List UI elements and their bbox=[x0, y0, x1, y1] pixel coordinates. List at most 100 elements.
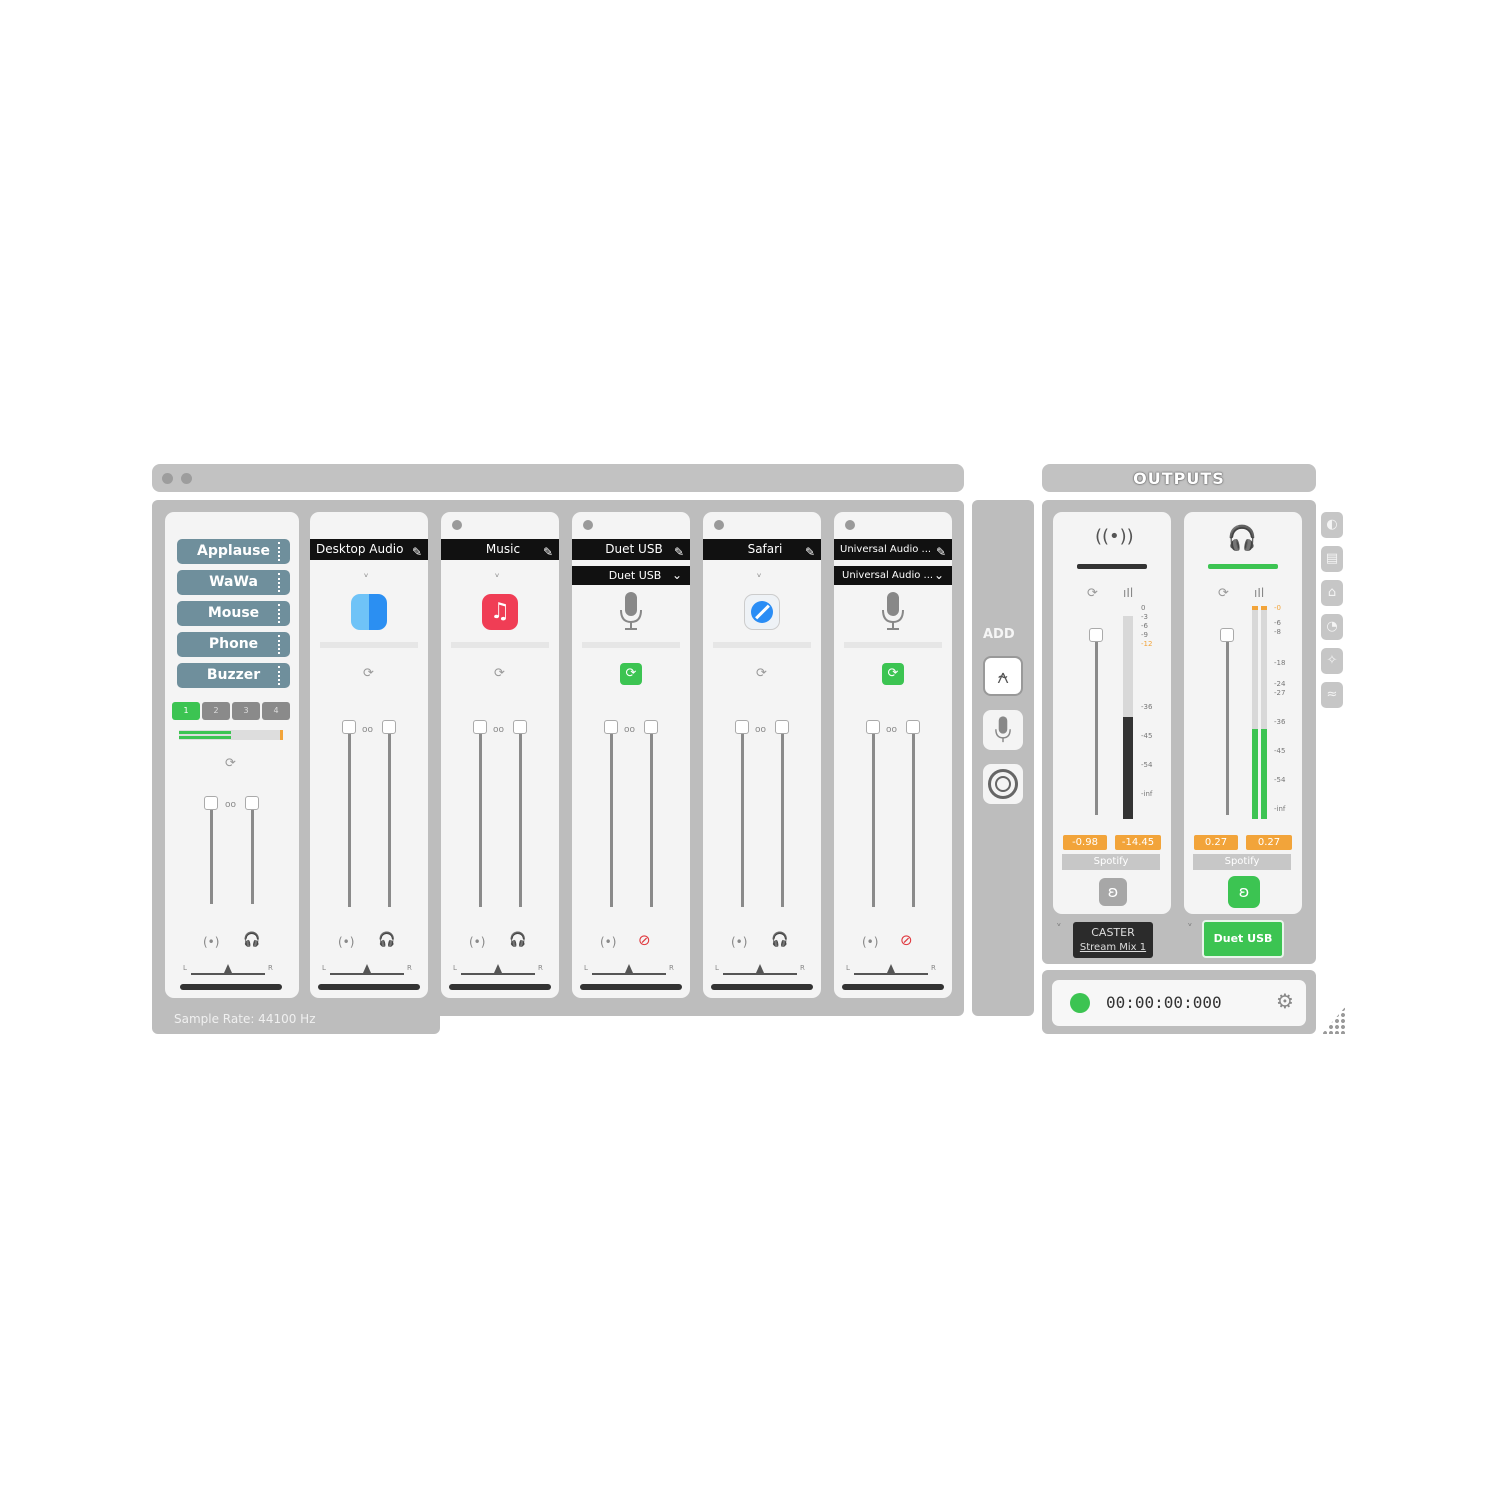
fader-right-thumb[interactable] bbox=[245, 796, 259, 810]
channel-name-header[interactable]: Music ✎ bbox=[441, 539, 559, 560]
meter-icon[interactable]: ıIl bbox=[1123, 586, 1133, 600]
add-app-button[interactable]: ⍲ bbox=[983, 656, 1023, 696]
fader-right-thumb[interactable] bbox=[775, 720, 789, 734]
channel-name-header[interactable]: Safari ✎ bbox=[703, 539, 821, 560]
fader-left-thumb[interactable] bbox=[473, 720, 487, 734]
sound-button-applause[interactable]: Applause bbox=[177, 539, 290, 564]
balance-thumb[interactable] bbox=[363, 964, 371, 973]
waveform-icon[interactable]: ≈ bbox=[1321, 682, 1343, 708]
sync-icon[interactable]: ⟳ bbox=[363, 666, 374, 681]
add-microphone-button[interactable] bbox=[983, 710, 1023, 750]
sync-icon[interactable]: ⟳ bbox=[494, 666, 505, 681]
balance-slider[interactable] bbox=[592, 973, 666, 975]
channel-name-header[interactable]: Duet USB ✎ bbox=[572, 539, 690, 560]
gear-icon[interactable]: ⚙ bbox=[1276, 989, 1294, 1013]
timer-icon[interactable]: ◔ bbox=[1321, 614, 1343, 640]
broadcast-icon[interactable]: (•) bbox=[469, 935, 485, 949]
page-tab-1[interactable]: 1 bbox=[172, 702, 200, 720]
balance-slider[interactable] bbox=[723, 973, 797, 975]
fader-right-thumb[interactable] bbox=[644, 720, 658, 734]
link-icon[interactable]: oo bbox=[362, 725, 373, 735]
channel-drag-handle[interactable] bbox=[583, 520, 593, 530]
sync-icon[interactable]: ⟳ bbox=[1218, 586, 1229, 601]
stream-device-select[interactable]: CASTER Stream Mix 1 bbox=[1073, 922, 1153, 958]
edit-pencil-icon[interactable]: ✎ bbox=[412, 542, 422, 560]
fader-right-thumb[interactable] bbox=[906, 720, 920, 734]
chevron-down-icon[interactable]: ᵥ bbox=[495, 567, 500, 580]
fader-left-thumb[interactable] bbox=[735, 720, 749, 734]
chevron-down-icon[interactable]: ᵥ bbox=[757, 567, 762, 580]
close-window-button[interactable] bbox=[162, 473, 173, 484]
page-tab-2[interactable]: 2 bbox=[202, 702, 230, 720]
stream-fader-thumb[interactable] bbox=[1089, 628, 1103, 642]
broadcast-icon[interactable]: (•) bbox=[203, 935, 219, 949]
balance-slider[interactable] bbox=[461, 973, 535, 975]
fader-left-thumb[interactable] bbox=[866, 720, 880, 734]
chevron-down-icon[interactable]: ᵥ bbox=[1057, 918, 1061, 929]
balance-thumb[interactable] bbox=[224, 964, 232, 973]
record-button[interactable] bbox=[1070, 993, 1090, 1013]
chevron-down-icon[interactable]: ᵥ bbox=[364, 567, 369, 580]
headphones-muted-icon[interactable]: ⊘ bbox=[900, 931, 913, 949]
balance-slider[interactable] bbox=[854, 973, 928, 975]
edit-pencil-icon[interactable]: ✎ bbox=[936, 542, 946, 560]
sound-button-mouse[interactable]: Mouse bbox=[177, 601, 290, 626]
chevron-down-icon[interactable]: ᵥ bbox=[1188, 918, 1192, 929]
channel-drag-handle[interactable] bbox=[714, 520, 724, 530]
stream-ear-button[interactable]: ʚ bbox=[1099, 878, 1127, 906]
drag-handle-icon[interactable] bbox=[278, 573, 283, 592]
meter-icon[interactable]: ıIl bbox=[1254, 586, 1264, 600]
monitor-device-button[interactable]: Duet USB bbox=[1202, 920, 1284, 958]
edit-pencil-icon[interactable]: ✎ bbox=[543, 542, 553, 560]
monitor-ear-button[interactable]: ʚ bbox=[1228, 876, 1260, 908]
channel-drag-handle[interactable] bbox=[845, 520, 855, 530]
headphones-icon[interactable]: 🎧 bbox=[378, 932, 395, 948]
monitor-fader-thumb[interactable] bbox=[1220, 628, 1234, 642]
channel-drag-handle[interactable] bbox=[452, 520, 462, 530]
balance-slider[interactable] bbox=[191, 973, 265, 975]
sync-active-icon[interactable]: ⟳ bbox=[882, 663, 904, 685]
headphones-icon[interactable]: 🎧 bbox=[771, 932, 788, 948]
sound-button-buzzer[interactable]: Buzzer bbox=[177, 663, 290, 688]
page-tab-4[interactable]: 4 bbox=[262, 702, 290, 720]
sync-icon[interactable]: ⟳ bbox=[756, 666, 767, 681]
balance-thumb[interactable] bbox=[756, 964, 764, 973]
drag-handle-icon[interactable] bbox=[278, 604, 283, 623]
balance-thumb[interactable] bbox=[887, 964, 895, 973]
balance-thumb[interactable] bbox=[625, 964, 633, 973]
channel-name-header[interactable]: Desktop Audio ✎ bbox=[310, 539, 428, 560]
fader-right-thumb[interactable] bbox=[513, 720, 527, 734]
link-icon[interactable]: oo bbox=[493, 725, 504, 735]
headphones-icon[interactable]: 🎧 bbox=[243, 932, 260, 948]
resize-grip-icon[interactable] bbox=[1322, 1006, 1346, 1034]
page-tab-3[interactable]: 3 bbox=[232, 702, 260, 720]
sync-icon[interactable]: ⟳ bbox=[1087, 586, 1098, 601]
link-icon[interactable]: oo bbox=[886, 725, 897, 735]
add-device-button[interactable] bbox=[983, 764, 1023, 804]
notes-icon[interactable]: ▤ bbox=[1321, 546, 1343, 572]
drag-handle-icon[interactable] bbox=[278, 542, 283, 561]
pin-icon[interactable]: ✧ bbox=[1321, 648, 1343, 674]
fader-left-thumb[interactable] bbox=[342, 720, 356, 734]
link-icon[interactable]: oo bbox=[755, 725, 766, 735]
fader-left-thumb[interactable] bbox=[204, 796, 218, 810]
broadcast-icon[interactable]: (•) bbox=[338, 935, 354, 949]
sound-button-wawa[interactable]: WaWa bbox=[177, 570, 290, 595]
fader-left-thumb[interactable] bbox=[604, 720, 618, 734]
channel-name-header[interactable]: Universal Audio ... ✎ bbox=[834, 539, 952, 560]
sound-button-phone[interactable]: Phone bbox=[177, 632, 290, 657]
balance-thumb[interactable] bbox=[494, 964, 502, 973]
input-device-select[interactable]: Duet USB ⌄ bbox=[572, 566, 690, 585]
fader-right-thumb[interactable] bbox=[382, 720, 396, 734]
edit-pencil-icon[interactable]: ✎ bbox=[674, 542, 684, 560]
minimize-window-button[interactable] bbox=[181, 473, 192, 484]
home-icon[interactable]: ⌂ bbox=[1321, 580, 1343, 606]
input-device-select[interactable]: Universal Audio ... ⌄ bbox=[834, 566, 952, 585]
headphones-muted-icon[interactable]: ⊘ bbox=[638, 931, 651, 949]
sync-icon[interactable]: ⟳ bbox=[225, 756, 236, 771]
broadcast-icon[interactable]: (•) bbox=[731, 935, 747, 949]
broadcast-icon[interactable]: (•) bbox=[862, 935, 878, 949]
drag-handle-icon[interactable] bbox=[278, 635, 283, 654]
link-icon[interactable]: oo bbox=[624, 725, 635, 735]
theme-toggle-icon[interactable]: ◐ bbox=[1321, 512, 1343, 538]
